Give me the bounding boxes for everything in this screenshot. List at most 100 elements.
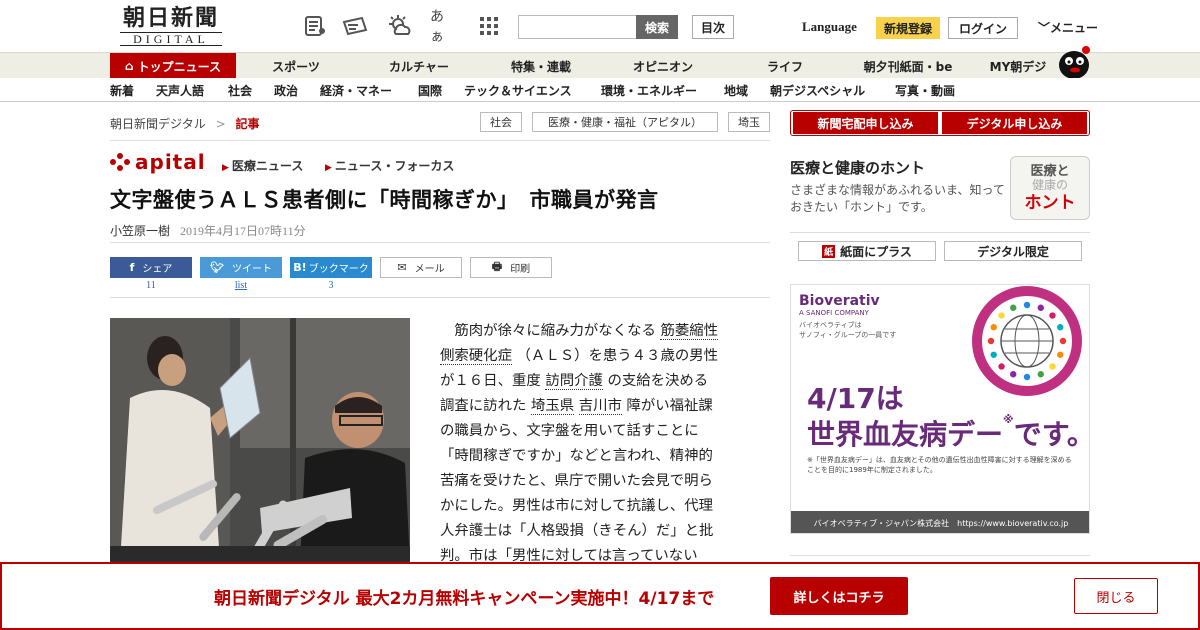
subnav-latest[interactable]: 新着 xyxy=(110,82,134,99)
body-text: 人弁護士は「人格毀損（きそん）だ」と批 xyxy=(440,523,714,539)
subnav-photo[interactable]: 写真・動画 xyxy=(895,82,955,99)
tag-saitama[interactable]: 埼玉 xyxy=(728,112,770,132)
keyword-link[interactable]: 訪問介護 xyxy=(545,373,603,390)
grid-icon[interactable] xyxy=(476,14,502,38)
mascot-icon[interactable] xyxy=(1056,45,1092,79)
body-line: かにした。男性は市に対して抗議し、代理 xyxy=(440,494,770,519)
breadcrumb: 朝日新聞デジタル > 記事 xyxy=(110,115,260,132)
category-label: ニュース・フォーカス xyxy=(334,159,455,173)
nav-culture[interactable]: カルチャー xyxy=(374,53,464,79)
paper-plus-icon: 紙 xyxy=(822,244,836,258)
breadcrumb-separator: > xyxy=(215,117,226,131)
hontou-logo[interactable]: 医療と 健康の ホント xyxy=(1010,156,1090,220)
logo-kanji: 朝日新聞 xyxy=(122,5,219,31)
bookmark-label: ブックマーク xyxy=(308,264,369,275)
tag-society[interactable]: 社会 xyxy=(480,112,522,132)
twitter-icon: 🐦︎ xyxy=(210,261,224,274)
keyword-link[interactable]: 側索硬化症 xyxy=(440,348,512,365)
search-button[interactable]: 検索 xyxy=(636,15,678,39)
body-line: 筋肉が徐々に縮み力がなくなる 筋萎縮性 xyxy=(440,319,770,344)
article-photo[interactable] xyxy=(110,318,410,563)
font-size-icon[interactable]: あぁ xyxy=(430,9,456,45)
chevron-down-icon: ﹀ xyxy=(1038,21,1051,35)
banner-close-button[interactable]: 閉じる xyxy=(1074,578,1158,614)
keyword-link[interactable]: 吉川市 xyxy=(578,398,622,415)
emblem-figure xyxy=(1010,304,1017,311)
nav-features[interactable]: 特集・連載 xyxy=(496,53,586,79)
advertisement[interactable]: Bioverativ A SANOFI COMPANY バイオベラティブは サノ… xyxy=(790,284,1090,534)
newspaper-icon[interactable] xyxy=(302,14,328,38)
nav-my[interactable]: MY朝デジ xyxy=(980,53,1056,79)
hemophilia-day-emblem xyxy=(959,285,1089,397)
ad-footer: バイオベラティブ・ジャパン株式会社 https://www.bioverativ… xyxy=(791,511,1089,533)
nav-sports[interactable]: スポーツ xyxy=(256,53,336,79)
keyword-link[interactable]: 筋萎縮性 xyxy=(660,323,719,340)
twitter-count-link[interactable]: list xyxy=(200,280,282,291)
subnav-tensei[interactable]: 天声人語 xyxy=(156,82,204,99)
emblem-figure xyxy=(1037,371,1044,378)
hontou-title[interactable]: 医療と健康のホント xyxy=(790,157,925,178)
nav-opinion[interactable]: オピニオン xyxy=(618,53,708,79)
body-line: 調査に訪れた 埼玉県 吉川市 障がい福祉課 xyxy=(440,394,770,419)
hatena-count: 3 xyxy=(328,280,334,291)
login-button[interactable]: ログイン xyxy=(948,17,1018,39)
body-text: の支給を決める xyxy=(602,373,709,389)
site-logo[interactable]: 朝日新聞 DIGITAL xyxy=(112,6,230,48)
subnav-international[interactable]: 国際 xyxy=(418,82,442,99)
nav-life[interactable]: ライフ xyxy=(748,53,822,79)
category-news-focus[interactable]: ▶ ニュース・フォーカス xyxy=(325,157,454,174)
campaign-details-button[interactable]: 詳しくはコチラ xyxy=(770,577,908,615)
subnav-economy[interactable]: 経済・マネー xyxy=(320,82,392,99)
emblem-figure xyxy=(1023,301,1031,309)
subnav-politics[interactable]: 政治 xyxy=(274,82,298,99)
emblem-figure xyxy=(1010,371,1017,378)
triangle-icon: ▶ xyxy=(222,163,229,173)
subnav-society[interactable]: 社会 xyxy=(228,82,252,99)
print-button[interactable]: 🖶 印刷 xyxy=(470,257,552,278)
ticket-icon[interactable] xyxy=(342,14,368,38)
digital-only-button[interactable]: デジタル限定 xyxy=(944,241,1082,261)
register-button[interactable]: 新規登録 xyxy=(876,17,940,39)
menu-button[interactable]: ﹀メニュー xyxy=(1038,19,1098,36)
breadcrumb-home[interactable]: 朝日新聞デジタル xyxy=(110,117,206,131)
toc-button[interactable]: 目次 xyxy=(692,15,734,39)
subnav-special[interactable]: 朝デジスペシャル xyxy=(770,82,865,99)
language-link[interactable]: Language xyxy=(802,19,857,35)
digital-signup-button[interactable]: デジタル申し込み xyxy=(942,112,1087,134)
twitter-share-button[interactable]: 🐦︎ ツイート xyxy=(200,257,282,278)
nav-top-news[interactable]: ⌂ トップニュース xyxy=(110,53,236,79)
hatena-bookmark-button[interactable]: B! ブックマーク xyxy=(290,257,372,278)
nav-paper[interactable]: 朝夕刊紙面・be xyxy=(852,53,964,79)
byline: 小笠原一樹 2019年4月17日07時11分 xyxy=(110,222,306,239)
weather-icon[interactable] xyxy=(386,14,412,38)
apital-logo[interactable]: apital xyxy=(110,150,206,174)
ad-headline-1: 4/17は xyxy=(807,382,904,415)
subnav-local[interactable]: 地域 xyxy=(724,82,748,99)
mail-button[interactable]: ✉ メール xyxy=(380,257,462,278)
apital-wordmark: apital xyxy=(135,150,206,174)
divider xyxy=(790,232,1090,233)
ad-headline-mark: ※ xyxy=(1003,413,1014,426)
category-medical-news[interactable]: ▶ 医療ニュース xyxy=(222,157,303,174)
hatena-icon: B! xyxy=(293,261,307,274)
paper-plus-button[interactable]: 紙紙面にプラス xyxy=(798,241,936,261)
facebook-share-button[interactable]: f シェア xyxy=(110,257,192,278)
mail-icon: ✉ xyxy=(397,261,407,274)
home-delivery-button[interactable]: 新聞宅配申し込み xyxy=(793,112,938,134)
tag-apital[interactable]: 医療・健康・福祉（アピタル） xyxy=(532,112,718,132)
sub-nav: 新着 天声人語 社会 政治 経済・マネー 国際 テック＆サイエンス 環境・エネル… xyxy=(0,78,1200,102)
keyword-link[interactable]: 埼玉県 xyxy=(530,398,575,415)
emblem-figure xyxy=(1049,363,1056,370)
subnav-tech[interactable]: テック＆サイエンス xyxy=(464,82,572,99)
body-line: 人弁護士は「人格毀損（きそん）だ」と批 xyxy=(440,519,770,544)
body-line: 「時間稼ぎですか」などと言われ、精神的 xyxy=(440,444,770,469)
subnav-environment[interactable]: 環境・エネルギー xyxy=(601,82,697,99)
emblem-figure xyxy=(1057,324,1064,331)
campaign-banner: 朝日新聞デジタル 最大2カ月無料キャンペーン実施中！4/17まで 詳しくはコチラ… xyxy=(0,562,1200,630)
main-nav: ⌂ トップニュース スポーツ カルチャー 特集・連載 オピニオン ライフ 朝夕刊紙… xyxy=(0,46,1200,79)
author: 小笠原一樹 xyxy=(110,224,171,238)
publish-date: 2019年4月17日07時11分 xyxy=(180,224,306,238)
emblem-figure xyxy=(1057,351,1064,358)
paper-plus-label: 紙面にプラス xyxy=(840,244,912,259)
search-input[interactable] xyxy=(518,15,636,39)
